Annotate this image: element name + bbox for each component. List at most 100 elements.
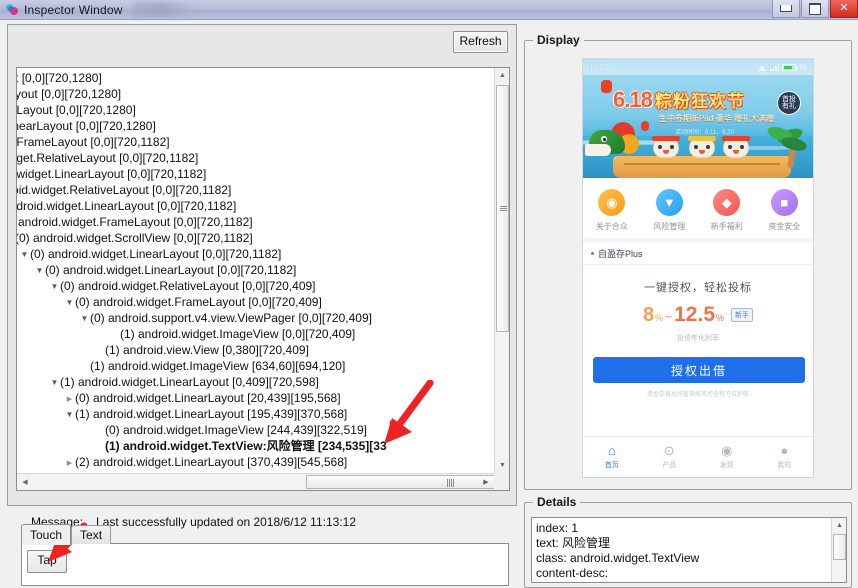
tree-node-label: (0) android.widget.LinearLayout [0,0][72… [45, 263, 297, 277]
tree-node-label: (0) android.widget.RelativeLayout [0,0][… [60, 279, 316, 293]
tree-node[interactable]: (0) android.widget.FrameLayout [0,0][720… [17, 294, 387, 310]
window-title: Inspector Window [24, 2, 123, 17]
nav-item-label: 发现 [719, 462, 734, 469]
quick-entry-2[interactable]: ▼ 风险管理 [643, 188, 695, 232]
nav-item-1[interactable]: ⌂ 首页 [587, 444, 637, 470]
tab-touch[interactable]: Touch [21, 524, 72, 545]
tree-node[interactable]: (0) android.widget.LinearLayout [0,0][72… [17, 166, 387, 182]
quick-entry-label: 资金安全 [768, 221, 801, 231]
tree-node[interactable]: (1) android.widget.TextView:风险管理 [234,53… [17, 438, 387, 454]
plus-section-header[interactable]: 自盈存Plus [583, 243, 813, 265]
tree-node-label: (0) android.widget.LinearLayout [0,0][72… [17, 167, 207, 181]
quick-entry-glyph: ◉ [606, 194, 618, 210]
tree-node-label: (0) android.widget.LinearLayout [0,0][72… [17, 199, 237, 213]
details-lines: index: 1 text: 风险管理 class: android.widget.… [536, 521, 830, 581]
scroll-up-icon[interactable]: ▲ [495, 68, 509, 83]
tree-toggle-icon[interactable] [64, 407, 75, 423]
tree-horizontal-scrollbar[interactable]: ◀ ▶ [17, 473, 509, 490]
tree-node-label: (1) android.view.View [0,380][720,409] [105, 343, 309, 357]
quick-entry-4[interactable]: ■ 资金安全 [758, 188, 810, 232]
authorize-lend-button[interactable]: 授权出借 [593, 357, 805, 383]
tree-toggle-icon[interactable] [19, 247, 30, 263]
details-line: text: 风险管理 [536, 536, 611, 550]
tree-node[interactable]: (1) android.widget.ImageView [634,60][69… [17, 358, 387, 374]
display-group: Display 11:13 99 6.18 粽粉狂欢节 生中券期新Pad·豪华 … [524, 33, 852, 490]
discover-icon: ◉ [721, 443, 733, 458]
tree-node-label: (1) android.widget.ImageView [0,0][720,4… [120, 327, 356, 341]
tap-button[interactable]: Tap [27, 550, 67, 573]
tree-node[interactable]: (2) android.widget.LinearLayout [370,439… [17, 454, 387, 470]
minimize-button[interactable] [772, 0, 800, 18]
tree-node[interactable]: android.widget.RelativeLayout [0,0][720,… [17, 150, 387, 166]
tree-node[interactable]: (0) android.widget.LinearLayout [0,0][72… [17, 198, 387, 214]
tree-toggle-icon[interactable] [79, 311, 90, 327]
quick-entry-glyph: ■ [780, 194, 789, 210]
quick-entry-row: ◉ 关于合众 ▼ 风险管理 ◆ 新手福利 ■ 资金安全 [583, 178, 813, 238]
details-line: class: android.widget.TextView [536, 551, 700, 565]
scroll-down-icon[interactable]: ▼ [495, 458, 509, 473]
tree-node[interactable]: et.LinearLayout [0,0][720,1280] [17, 86, 387, 102]
banner-date: 6.18 [613, 87, 653, 112]
battery-percent: 99 [799, 63, 807, 71]
view-hierarchy-tree[interactable]: rameLayout [0,0][720,1280] et.LinearLayou… [16, 67, 510, 491]
tree-node[interactable]: (0) android.widget.LinearLayout [0,0][72… [17, 246, 387, 262]
tree-node[interactable]: dget.FrameLayout [0,0][720,1280] [17, 102, 387, 118]
scroll-left-icon[interactable]: ◀ [17, 474, 33, 490]
promo-banner[interactable]: 6.18 粽粉狂欢节 生中券期新Pad·豪华 赠礼大满赠 活动时间：6.11、6… [583, 75, 813, 178]
zongzi-icon [652, 134, 680, 160]
details-vscroll-thumb[interactable] [833, 534, 846, 560]
tree-toggle-icon[interactable] [49, 279, 60, 295]
newbie-badge: 新手 [731, 308, 754, 322]
tree-node[interactable]: d.widget.LinearLayout [0,0][720,1280] [17, 118, 387, 134]
tree-node-label: (0) android.widget.ImageView [244,439][3… [105, 423, 367, 437]
scroll-right-icon[interactable]: ▶ [478, 474, 494, 490]
tree-toggle-icon[interactable] [34, 263, 45, 279]
tree-node[interactable]: (0) android.widget.RelativeLayout [0,0][… [17, 278, 387, 294]
rate-low-percent: % [655, 313, 664, 323]
tree-node[interactable]: (1) android.widget.ImageView [0,0][720,4… [17, 326, 387, 342]
details-line: content-desc: [536, 566, 609, 580]
rate-low-value: 8 [642, 304, 655, 326]
details-text-area[interactable]: index: 1 text: 风险管理 class: android.widget.… [531, 517, 847, 583]
tree-node[interactable]: rameLayout [0,0][720,1280] [17, 70, 387, 86]
tree-node[interactable]: (0) android.widget.ImageView [244,439][3… [17, 422, 387, 438]
quick-entry-3[interactable]: ◆ 新手福利 [701, 188, 753, 232]
tree-node[interactable]: (0) android.support.v4.view.ViewPager [0… [17, 310, 387, 326]
details-vertical-scrollbar[interactable]: ▲ [831, 518, 846, 582]
device-screenshot[interactable]: 11:13 99 6.18 粽粉狂欢节 生中券期新Pad·豪华 赠礼大满赠 活动… [582, 58, 814, 478]
tree-node-label: (1) android.widget.LinearLayout [195,439… [75, 407, 348, 421]
nav-item-2[interactable]: ⊙ 产品 [644, 444, 694, 470]
tree-node-label: (2) android.widget.LinearLayout [370,439… [75, 455, 348, 469]
tree-vertical-scrollbar[interactable]: ▲ ▼ [494, 68, 509, 473]
close-button[interactable]: ✕ [830, 0, 858, 18]
gift-icon: ◆ [713, 188, 741, 216]
tree-node-label: (0) android.widget.RelativeLayout [0,0][… [17, 183, 232, 197]
tree-node[interactable]: (1) android.widget.LinearLayout [0,409][… [17, 374, 387, 390]
refresh-button[interactable]: Refresh [453, 31, 508, 53]
tree-node[interactable]: (0) android.widget.ScrollView [0,0][720,… [17, 230, 387, 246]
tree-node[interactable]: (1) android.view.View [0,380][720,409] [17, 342, 387, 358]
tree-node[interactable]: (0) android.widget.LinearLayout [0,0][72… [17, 262, 387, 278]
tree-node-label: (1) android.widget.TextView:风险管理 [234,53… [105, 439, 387, 453]
tree-node[interactable]: (1) android.widget.LinearLayout [195,439… [17, 406, 387, 422]
tree-node[interactable]: (1) android.widget.FrameLayout [0,0][720… [17, 214, 387, 230]
nav-item-4[interactable]: ● 我的 [759, 444, 809, 470]
maximize-button[interactable] [801, 0, 829, 18]
tree-vscroll-thumb[interactable] [496, 85, 509, 332]
tree-node[interactable]: (0) android.widget.RelativeLayout [0,0][… [17, 182, 387, 198]
tree-node[interactable]: (0) android.widget.LinearLayout [20,439]… [17, 390, 387, 406]
quick-entry-1[interactable]: ◉ 关于合众 [586, 188, 638, 232]
tab-text[interactable]: Text [71, 525, 112, 544]
window-controls: ✕ [771, 0, 858, 19]
tree-toggle-icon[interactable] [64, 295, 75, 311]
tree-node[interactable]: roid.widget.FrameLayout [0,0][720,1182] [17, 134, 387, 150]
nav-item-3[interactable]: ◉ 发现 [702, 444, 752, 470]
banner-badge[interactable]: 首投 有礼 [777, 91, 801, 115]
tree-rows: rameLayout [0,0][720,1280] et.LinearLayou… [17, 70, 387, 473]
tree-toggle-icon[interactable] [49, 375, 60, 391]
moneybag-icon: ■ [770, 188, 798, 216]
title-bar: Inspector Window ✕ [0, 0, 858, 20]
nav-item-label: 产品 [662, 462, 677, 469]
promo-note: 投资年化利率 [677, 335, 719, 342]
scroll-up-icon[interactable]: ▲ [832, 518, 846, 532]
